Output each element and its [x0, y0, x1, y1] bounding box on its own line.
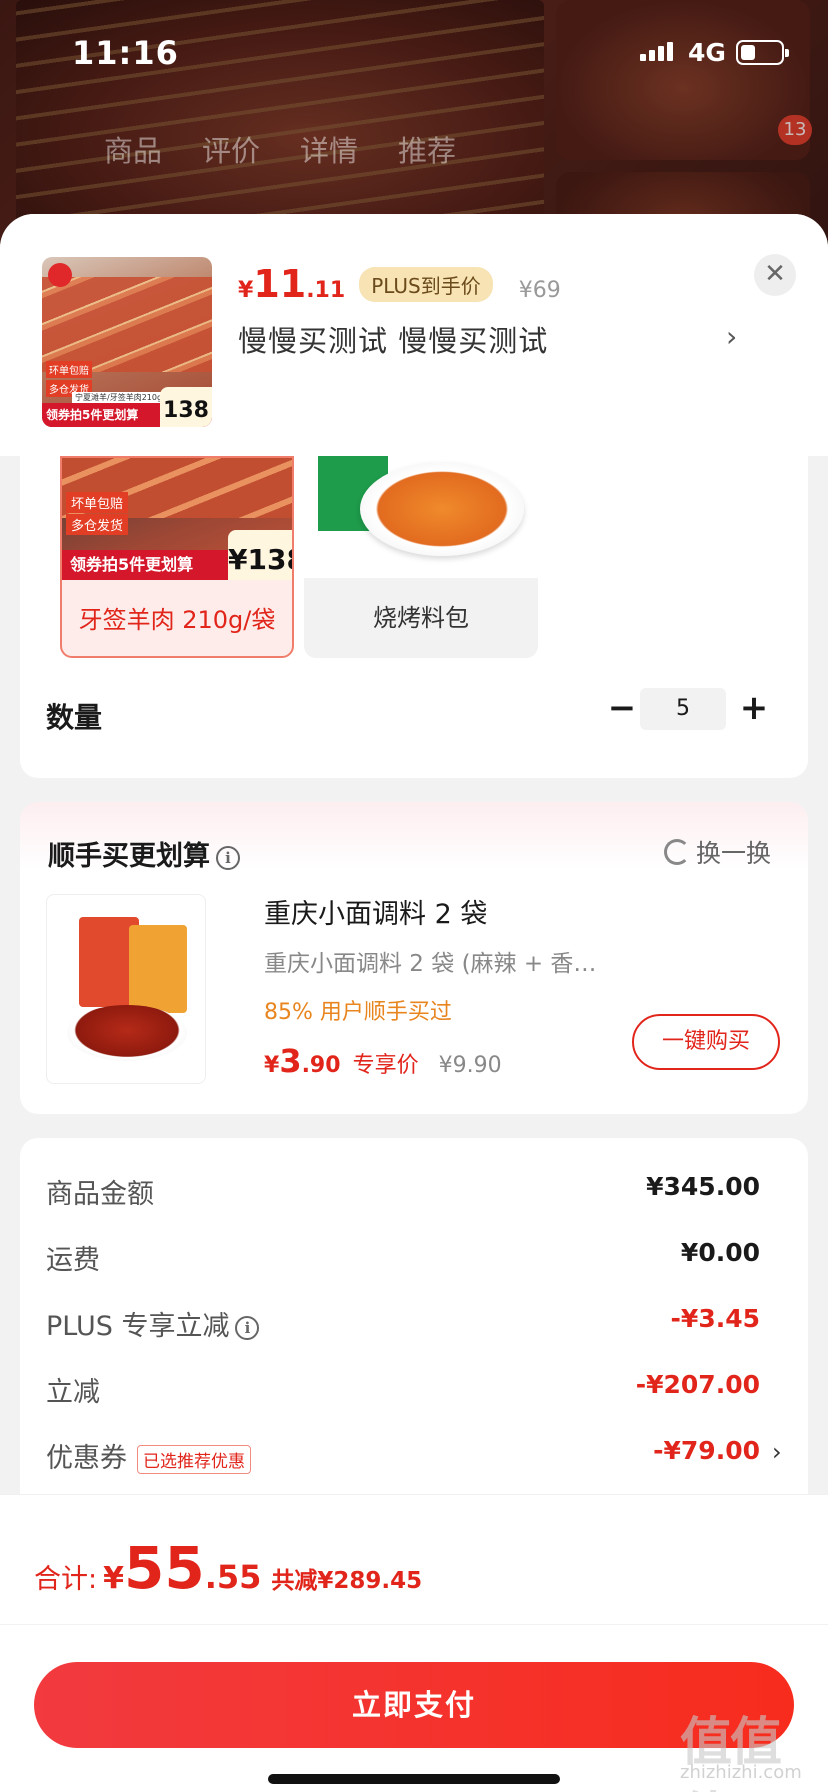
- upsell-product-image[interactable]: [46, 894, 206, 1084]
- upsell-bought-text: 85% 用户顺手买过: [264, 1000, 452, 1025]
- tab-details: 详情: [300, 134, 359, 168]
- quantity-decrement-button[interactable]: −: [600, 686, 644, 730]
- info-icon[interactable]: i: [216, 845, 240, 870]
- plus-price-badge: PLUS到手价: [359, 266, 493, 302]
- summary-row-subtotal: 商品金额 ¥345.00: [46, 1172, 760, 1210]
- quantity-increment-button[interactable]: +: [732, 686, 776, 730]
- upsell-product-desc: 重庆小面调料 2 袋 (麻辣 + 香…: [264, 951, 597, 977]
- watermark-url: zhizhizhi.com: [680, 1762, 802, 1783]
- battery-icon: [736, 40, 789, 65]
- upsell-card: 顺手买更划算 i 换一换 重庆小面调料 2 袋 重庆小面调料 2 袋 (麻辣 + …: [20, 802, 808, 1114]
- chevron-right-icon[interactable]: ›: [772, 1438, 782, 1466]
- status-bar: 11:16 4G: [0, 0, 828, 104]
- one-click-buy-button[interactable]: 一键购买: [632, 1014, 780, 1070]
- thumb-tag: 环单包赔: [46, 361, 92, 378]
- exclusive-price-label: 专享价: [352, 1053, 419, 1078]
- variant-option-lamb[interactable]: 坏单包赔 多仓发货 领券拍5件更划算 ¥138 牙签羊肉 210g/袋: [60, 456, 294, 658]
- product-title[interactable]: 慢慢买测试 慢慢买测试: [238, 318, 548, 360]
- tab-goods: 商品: [104, 134, 163, 168]
- refresh-button[interactable]: 换一换: [664, 834, 771, 870]
- refresh-icon: [664, 839, 690, 865]
- order-total: 合计: ¥ 55 .55 共减¥289.45: [34, 1534, 423, 1602]
- thumb-sub-label: 宁夏滩羊/牙签羊肉210g: [72, 392, 166, 403]
- product-thumbnail[interactable]: 环单包赔 多仓发货 宁夏滩羊/牙签羊肉210g 领券拍5件更划算 138: [42, 257, 212, 427]
- upsell-title: 顺手买更划算 i: [48, 834, 240, 873]
- variant-label: 牙签羊肉 210g/袋: [78, 606, 276, 634]
- summary-row-coupon[interactable]: 优惠券 已选推荐优惠 -¥79.00: [46, 1436, 760, 1476]
- signal-icon: [640, 42, 673, 61]
- purchase-sheet: 环单包赔 多仓发货 宁夏滩羊/牙签羊肉210g 领券拍5件更划算 138 ¥ 1…: [0, 214, 828, 1792]
- network-type: 4G: [688, 38, 726, 67]
- price-summary: 商品金额 ¥345.00 运费 ¥0.00 PLUS 专享立减 i -¥3.45 …: [20, 1138, 808, 1498]
- close-button[interactable]: ✕: [754, 254, 796, 296]
- thumb-price-badge: 138: [160, 387, 212, 427]
- coupon-tag: 已选推荐优惠: [137, 1445, 251, 1474]
- status-time: 11:16: [72, 34, 179, 72]
- original-price: ¥69: [518, 278, 561, 303]
- variant-card: 坏单包赔 多仓发货 领券拍5件更划算 ¥138 牙签羊肉 210g/袋 烧烤料包…: [20, 456, 808, 778]
- upsell-product-name[interactable]: 重庆小面调料 2 袋: [264, 892, 487, 931]
- summary-row-plus-discount: PLUS 专享立减 i -¥3.45: [46, 1304, 760, 1342]
- upsell-price: ¥ 3 .90 专享价 ¥9.90: [264, 1042, 502, 1080]
- upsell-original-price: ¥9.90: [438, 1053, 502, 1078]
- variant-image: 坏单包赔 多仓发货 领券拍5件更划算 ¥138: [62, 458, 292, 580]
- chevron-right-icon[interactable]: ›: [726, 320, 737, 353]
- tab-recommend: 推荐: [398, 134, 457, 168]
- variant-image: [304, 456, 538, 578]
- background-tabs: 商品 评价 详情 推荐: [104, 128, 456, 170]
- quantity-input[interactable]: 5: [640, 688, 726, 730]
- quantity-label: 数量: [46, 701, 103, 734]
- home-indicator[interactable]: [268, 1774, 560, 1784]
- sheet-header: 环单包赔 多仓发货 宁夏滩羊/牙签羊肉210g 领券拍5件更划算 138 ¥ 1…: [0, 214, 828, 456]
- summary-row-discount: 立减 -¥207.00: [46, 1370, 760, 1408]
- summary-row-shipping: 运费 ¥0.00: [46, 1238, 760, 1276]
- info-icon[interactable]: i: [235, 1315, 260, 1340]
- image-count-badge: 13: [778, 115, 812, 145]
- product-price: ¥ 11 .11 PLUS到手价 ¥69: [238, 262, 561, 306]
- variant-label: 烧烤料包: [373, 604, 469, 632]
- tab-reviews: 评价: [202, 134, 261, 168]
- brand-logo-icon: [48, 263, 72, 287]
- variant-option-seasoning[interactable]: 烧烤料包: [304, 456, 538, 658]
- total-saved: 共减¥289.45: [271, 1568, 423, 1594]
